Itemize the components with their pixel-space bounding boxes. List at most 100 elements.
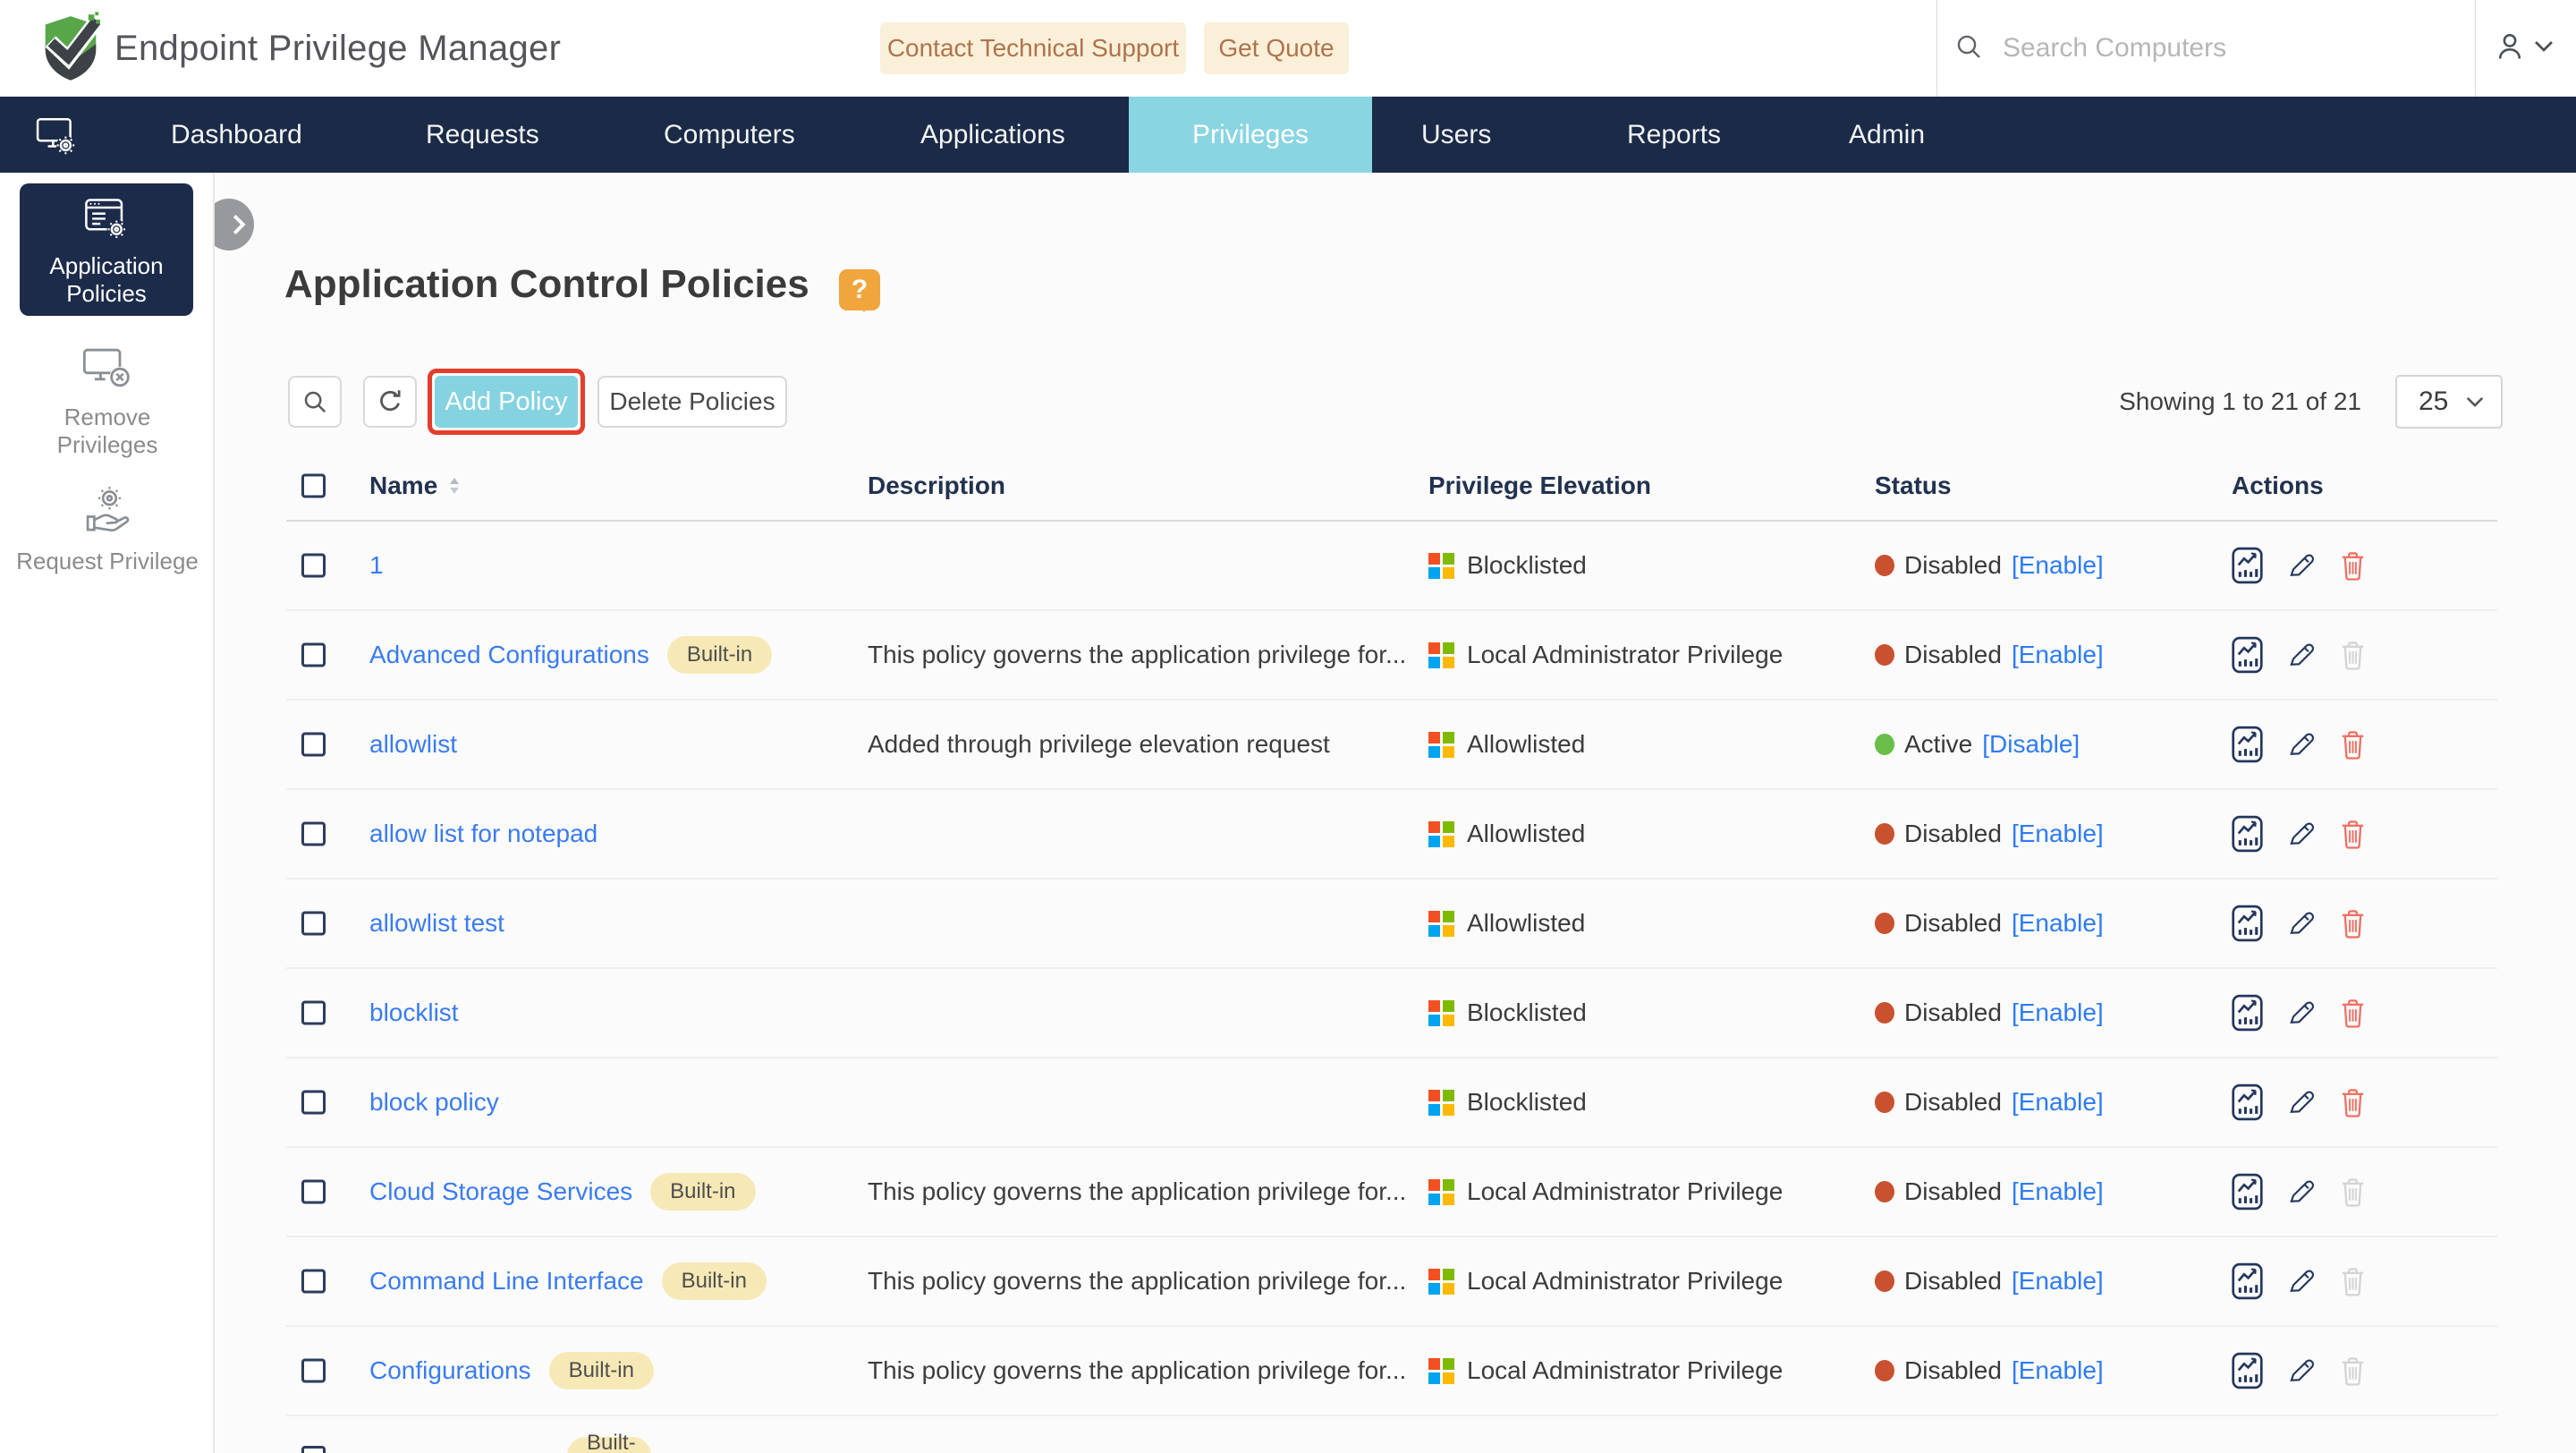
- report-chart-icon[interactable]: [2232, 1083, 2263, 1121]
- policy-name-link[interactable]: Advanced Configurations: [369, 641, 649, 669]
- row-checkbox[interactable]: [301, 821, 326, 846]
- row-checkbox[interactable]: [301, 1000, 326, 1025]
- report-chart-icon[interactable]: [2232, 1173, 2263, 1211]
- status-dot: [1875, 734, 1894, 755]
- windows-logo-icon: [1428, 1268, 1454, 1295]
- row-checkbox[interactable]: [301, 1358, 326, 1383]
- header-divider: [1936, 0, 1937, 97]
- status-text: Disabled: [1904, 909, 2002, 937]
- row-checkbox[interactable]: [301, 642, 326, 667]
- status-text: Active: [1904, 730, 1973, 758]
- row-checkbox[interactable]: [301, 1179, 326, 1204]
- chevron-down-icon: [2533, 39, 2555, 57]
- nav-item-reports[interactable]: Reports: [1627, 97, 1721, 173]
- app-title: Endpoint Privilege Manager: [114, 29, 562, 68]
- status-toggle-link[interactable]: [Enable]: [2012, 1356, 2104, 1385]
- edit-pencil-icon[interactable]: [2285, 998, 2317, 1029]
- sidebar-item-application-policies[interactable]: Application Policies: [20, 183, 193, 316]
- delete-trash-icon[interactable]: [2339, 908, 2367, 939]
- policy-name-link[interactable]: allowlist test: [369, 909, 504, 938]
- edit-pencil-icon[interactable]: [2285, 819, 2317, 850]
- contact-support-button[interactable]: Contact Technical Support: [880, 22, 1186, 74]
- policy-name-link[interactable]: Cloud Storage Services: [369, 1177, 632, 1206]
- select-all-checkbox[interactable]: [301, 473, 326, 498]
- status-toggle-link[interactable]: [Enable]: [2012, 1267, 2104, 1296]
- delete-trash-icon[interactable]: [2339, 550, 2367, 582]
- status-toggle-link[interactable]: [Enable]: [2012, 1177, 2104, 1206]
- report-chart-icon[interactable]: [2232, 815, 2263, 853]
- report-chart-icon[interactable]: [2232, 1352, 2263, 1389]
- status-text: Disabled: [1904, 1356, 2002, 1384]
- nav-item-dashboard[interactable]: Dashboard: [171, 97, 302, 173]
- help-icon[interactable]: ?: [839, 269, 880, 312]
- row-checkbox[interactable]: [301, 1090, 326, 1115]
- edit-pencil-icon[interactable]: [2285, 550, 2317, 582]
- table-row: allowlist test Allowlisted Disabled [Enable…: [286, 879, 2497, 969]
- nav-item-applications[interactable]: Applications: [920, 97, 1065, 173]
- delete-trash-icon[interactable]: [2339, 998, 2367, 1029]
- status-toggle-link[interactable]: [Enable]: [2012, 909, 2104, 938]
- policy-name-link[interactable]: allowlist: [369, 730, 457, 759]
- report-chart-icon[interactable]: [2232, 726, 2263, 763]
- status-toggle-link[interactable]: [Disable]: [1982, 730, 2080, 759]
- delete-policies-button[interactable]: Delete Policies: [597, 376, 787, 428]
- status-toggle-link[interactable]: [Enable]: [2012, 641, 2104, 669]
- report-chart-icon[interactable]: [2232, 636, 2263, 674]
- add-policy-button[interactable]: Add Policy: [435, 376, 578, 428]
- row-checkbox[interactable]: [301, 1269, 326, 1294]
- policy-name-link[interactable]: 1: [369, 551, 384, 580]
- nav-item-computers[interactable]: Computers: [664, 97, 795, 173]
- table-search-button[interactable]: [288, 376, 342, 428]
- row-checkbox[interactable]: [301, 732, 326, 757]
- windows-logo-icon: [1428, 1357, 1454, 1384]
- sidebar-item-remove-privileges[interactable]: Remove Privileges: [0, 345, 215, 459]
- status-toggle-link[interactable]: [Enable]: [2012, 1088, 2104, 1117]
- computer-search: [1954, 0, 2432, 97]
- user-menu[interactable]: [2494, 0, 2555, 97]
- nav-item-privileges[interactable]: Privileges: [1129, 97, 1372, 173]
- column-header-name[interactable]: Name: [369, 472, 461, 500]
- row-checkbox[interactable]: [301, 1446, 326, 1453]
- policy-name-link[interactable]: Command Line Interface: [369, 1267, 644, 1296]
- search-computers-input[interactable]: [2003, 33, 2432, 64]
- edit-pencil-icon[interactable]: [2285, 1087, 2317, 1118]
- built-in-badge: Built-in: [567, 1431, 651, 1453]
- delete-trash-icon[interactable]: [2339, 729, 2367, 760]
- edit-pencil-icon[interactable]: [2285, 908, 2317, 939]
- agent-settings-icon[interactable]: [36, 97, 79, 173]
- edit-pencil-icon[interactable]: [2285, 1355, 2317, 1387]
- policy-name-link[interactable]: block policy: [369, 1088, 499, 1117]
- delete-trash-icon[interactable]: [2339, 1087, 2367, 1118]
- policy-name-link[interactable]: Configurations: [369, 1356, 531, 1385]
- nav-item-requests[interactable]: Requests: [426, 97, 539, 173]
- report-chart-icon[interactable]: [2232, 994, 2263, 1032]
- privilege-elevation-value: Local Administrator Privilege: [1467, 1356, 1784, 1384]
- edit-pencil-icon[interactable]: [2285, 640, 2317, 671]
- policy-name-link[interactable]: blocklist: [369, 998, 459, 1027]
- refresh-button[interactable]: [363, 376, 417, 428]
- get-quote-button[interactable]: Get Quote: [1204, 22, 1349, 74]
- status-toggle-link[interactable]: [Enable]: [2012, 551, 2104, 580]
- privilege-elevation-value: Allowlisted: [1467, 820, 1586, 847]
- status-toggle-link[interactable]: [Enable]: [2012, 998, 2104, 1027]
- edit-pencil-icon[interactable]: [2285, 1177, 2317, 1208]
- page-size-select[interactable]: 25: [2395, 375, 2503, 429]
- row-checkbox[interactable]: [301, 911, 326, 936]
- policy-description: Added through privilege elevation reques…: [868, 730, 1330, 758]
- sidebar-item-request-privilege[interactable]: Request Privilege: [0, 484, 215, 575]
- nav-item-users[interactable]: Users: [1421, 97, 1491, 173]
- edit-pencil-icon[interactable]: [2285, 1266, 2317, 1297]
- report-chart-icon[interactable]: [2232, 547, 2263, 584]
- status-toggle-link[interactable]: [Enable]: [2012, 820, 2104, 848]
- edit-pencil-icon[interactable]: [2285, 729, 2317, 760]
- report-chart-icon[interactable]: [2232, 905, 2263, 942]
- delete-trash-icon[interactable]: [2339, 819, 2367, 850]
- person-icon: [2494, 30, 2526, 67]
- delete-trash-icon: [2339, 1355, 2367, 1387]
- policy-name-link[interactable]: allow list for notepad: [369, 820, 597, 848]
- windows-logo-icon: [1428, 820, 1454, 847]
- nav-item-admin[interactable]: Admin: [1849, 97, 1925, 173]
- sort-icon[interactable]: [448, 475, 461, 497]
- report-chart-icon[interactable]: [2232, 1262, 2263, 1300]
- row-checkbox[interactable]: [301, 553, 326, 578]
